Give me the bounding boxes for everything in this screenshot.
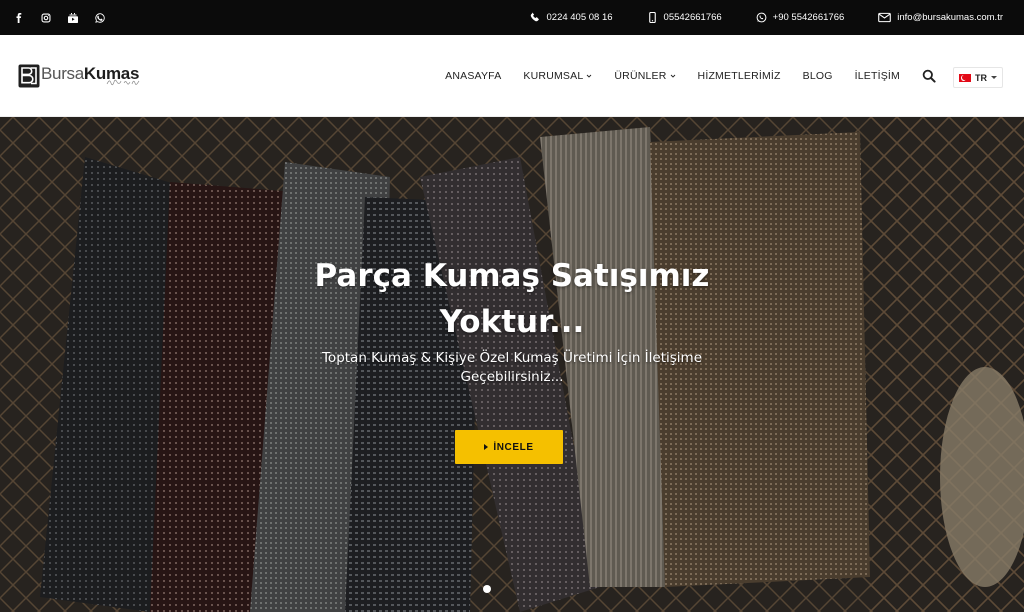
whatsapp-icon[interactable]	[91, 9, 109, 27]
logo-signature	[106, 78, 140, 88]
caret-down-icon	[991, 76, 997, 79]
chevron-down-icon	[670, 74, 675, 78]
nav-item-urunler[interactable]: ÜRÜNLER	[614, 70, 675, 82]
incele-button[interactable]: İNCELE	[455, 430, 563, 464]
logo-mark-icon	[18, 64, 40, 88]
phone-icon	[530, 12, 539, 22]
nav-item-iletisim[interactable]: İLETİŞİM	[855, 70, 900, 82]
social-links	[10, 0, 109, 35]
whatsapp-link[interactable]: +90 5542661766	[756, 12, 845, 23]
whatsapp-icon	[756, 12, 767, 23]
mobile-link[interactable]: 05542661766	[647, 12, 722, 23]
instagram-icon[interactable]	[37, 9, 55, 27]
mobile-number: 05542661766	[663, 12, 722, 23]
slider-pagination	[0, 585, 1024, 595]
slider-dot-active[interactable]	[483, 585, 491, 593]
incele-button-label: İNCELE	[493, 441, 534, 453]
chevron-down-icon	[587, 74, 592, 78]
site-logo[interactable]: BursaKumas	[18, 60, 139, 92]
caret-right-icon	[484, 444, 489, 450]
nav-item-hizmetlerimiz[interactable]: HİZMETLERİMİZ	[698, 70, 781, 82]
nav-item-blog[interactable]: BLOG	[803, 70, 833, 82]
hero-title: Parça Kumaş Satışımız Yoktur...	[314, 258, 710, 340]
phone-link[interactable]: 0224 405 08 16	[530, 12, 613, 23]
hero-subtitle: Toptan Kumaş & Kişiye Özel Kumaş Üretimi…	[321, 350, 703, 385]
whatsapp-number: +90 5542661766	[772, 12, 845, 23]
nav-item-anasayfa[interactable]: ANASAYFA	[445, 70, 501, 82]
language-code: TR	[975, 72, 987, 83]
turkey-flag-icon	[959, 73, 971, 82]
site-header: BursaKumas ANASAYFA KURUMSAL ÜRÜNLER HİZ…	[0, 35, 1024, 117]
nav-item-kurumsal[interactable]: KURUMSAL	[523, 70, 592, 82]
language-selector[interactable]: TR	[953, 67, 1003, 88]
email-address: info@bursakumas.com.tr	[897, 12, 1003, 23]
phone-number: 0224 405 08 16	[546, 12, 613, 23]
hero-slider: Parça Kumaş Satışımız Yoktur... Toptan K…	[0, 117, 1024, 612]
facebook-icon[interactable]	[10, 9, 28, 27]
search-icon[interactable]	[922, 69, 936, 83]
top-bar: 0224 405 08 16 05542661766 +90 554266176…	[0, 0, 1024, 35]
main-nav: ANASAYFA KURUMSAL ÜRÜNLER HİZMETLERİMİZ …	[445, 35, 936, 117]
youtube-icon[interactable]	[64, 9, 82, 27]
contact-info: 0224 405 08 16 05542661766 +90 554266176…	[530, 0, 1003, 35]
envelope-icon	[878, 12, 892, 23]
email-link[interactable]: info@bursakumas.com.tr	[878, 12, 1003, 23]
mobile-phone-icon	[648, 12, 656, 23]
